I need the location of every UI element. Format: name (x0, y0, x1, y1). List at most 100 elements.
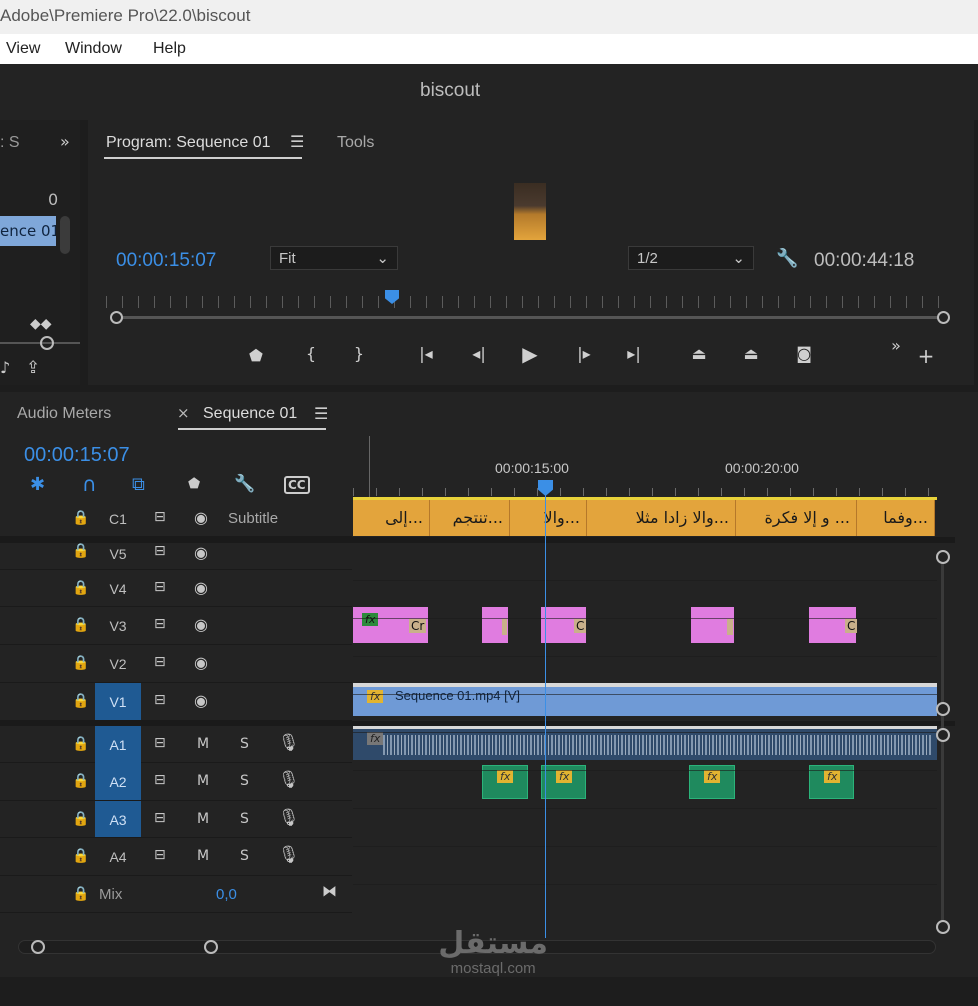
caption-clip[interactable]: و إلا فكرة ... (736, 500, 857, 536)
scroll-handle-right[interactable] (937, 311, 950, 324)
eye-icon[interactable]: ◉ (194, 653, 208, 672)
button-editor-icon[interactable]: + (914, 344, 938, 368)
track-label-v2[interactable]: V2 (95, 656, 141, 672)
lock-icon[interactable]: 🔒 (72, 886, 89, 902)
play-icon[interactable]: ▶ (518, 342, 542, 366)
caption-clip[interactable]: والا... (510, 500, 587, 536)
scroll-handle-mid[interactable] (936, 702, 950, 716)
playhead-line[interactable] (545, 488, 546, 938)
panel-menu-icon[interactable]: ☰ (290, 132, 304, 151)
camera-icon[interactable]: ◙ (792, 344, 816, 363)
step-back-icon[interactable]: ◂| (467, 344, 491, 363)
scroll-handle-a1[interactable] (936, 728, 950, 742)
wrench-icon[interactable]: 🔧 (234, 474, 255, 494)
eye-icon[interactable]: ◉ (194, 578, 208, 597)
lock-icon[interactable]: 🔒 (72, 773, 89, 789)
project-tab[interactable]: : S (0, 134, 20, 152)
lift-icon[interactable]: ⏏ (687, 344, 711, 363)
monitor-ruler[interactable] (106, 296, 944, 308)
nest-icon[interactable]: ✱ (30, 474, 45, 495)
timeline-timecode[interactable]: 00:00:15:07 (24, 444, 130, 467)
snap-icon[interactable]: ∩ (82, 472, 97, 496)
solo-button[interactable]: S (240, 848, 249, 864)
sync-lock-icon[interactable]: ⊟ (154, 772, 166, 788)
microphone-icon[interactable]: 🎙 (278, 733, 300, 753)
lock-icon[interactable]: 🔒 (72, 580, 89, 596)
solo-button[interactable]: S (240, 811, 249, 827)
scroll-handle-left[interactable] (110, 311, 123, 324)
track-label-a3[interactable]: A3 (95, 801, 141, 837)
sync-lock-icon[interactable]: ⊟ (154, 509, 166, 525)
resolution-dropdown[interactable]: 1/2 ⌄ (628, 246, 754, 270)
caption-clip[interactable]: تنتجم... (430, 500, 510, 536)
lock-icon[interactable]: 🔒 (72, 510, 89, 526)
audio-clip[interactable]: fx (541, 765, 586, 799)
close-icon[interactable]: × (177, 404, 190, 422)
graphic-clip[interactable] (482, 607, 508, 643)
mix-volume[interactable]: 0,0 (216, 886, 237, 903)
tab-program[interactable]: Program: Sequence 01 (106, 134, 271, 152)
lock-icon[interactable]: 🔒 (72, 617, 89, 633)
eye-icon[interactable]: ◉ (194, 508, 208, 527)
audio-clip[interactable]: fx (809, 765, 854, 799)
zoom-slider-handle[interactable] (40, 336, 54, 350)
lock-icon[interactable]: 🔒 (72, 811, 89, 827)
lock-icon[interactable]: 🔒 (72, 543, 89, 559)
add-marker-icon[interactable]: ⬟ (188, 476, 200, 492)
panel-menu-icon[interactable]: ☰ (314, 404, 328, 423)
sync-lock-icon[interactable]: ⊟ (154, 810, 166, 826)
solo-button[interactable]: S (240, 736, 249, 752)
microphone-icon[interactable]: 🎙 (278, 808, 300, 828)
track-label-v3[interactable]: V3 (95, 618, 141, 634)
mute-button[interactable]: M (197, 736, 209, 752)
h-scroll-handle-right[interactable] (204, 940, 218, 954)
zoom-fit-dropdown[interactable]: Fit ⌄ (270, 246, 398, 270)
sync-lock-icon[interactable]: ⊟ (154, 654, 166, 670)
microphone-icon[interactable]: 🎙 (278, 770, 300, 790)
audio-clip[interactable]: fx (482, 765, 528, 799)
sync-lock-icon[interactable]: ⊟ (154, 735, 166, 751)
menu-window[interactable]: Window (65, 40, 122, 58)
mix-pan-icon[interactable]: ⧓ (322, 882, 337, 900)
freeform-view-icon[interactable]: ◆◆ (30, 316, 52, 332)
extract-icon[interactable]: ⏏ (739, 344, 763, 363)
playhead-timecode[interactable]: 00:00:15:07 (116, 250, 216, 272)
eye-icon[interactable]: ◉ (194, 691, 208, 710)
add-marker-icon[interactable]: ⬟ (244, 346, 268, 365)
track-label-v1[interactable]: V1 (95, 683, 141, 720)
lock-icon[interactable]: 🔒 (72, 693, 89, 709)
track-label-a1[interactable]: A1 (95, 726, 141, 763)
microphone-icon[interactable]: 🎙 (278, 845, 300, 865)
graphic-clip[interactable] (691, 607, 734, 643)
linked-selection-icon[interactable]: ⧉ (132, 474, 145, 495)
solo-button[interactable]: S (240, 773, 249, 789)
tab-sequence[interactable]: Sequence 01 (203, 405, 297, 423)
wrench-icon[interactable]: 🔧 (776, 248, 798, 269)
caption-clip[interactable]: وفما... (857, 500, 935, 536)
menu-view[interactable]: View (6, 40, 40, 58)
step-forward-icon[interactable]: |▸ (572, 344, 596, 363)
export-icon[interactable]: ⇪ (26, 358, 40, 378)
graphic-clip[interactable]: C (809, 607, 858, 643)
audio-clip[interactable]: fx (353, 726, 937, 760)
caption-clip[interactable]: إلى... (353, 500, 430, 536)
sync-lock-icon[interactable]: ⊟ (154, 692, 166, 708)
music-icon[interactable]: ♪ (0, 358, 10, 377)
graphic-clip[interactable]: C (541, 607, 587, 643)
overflow-icon[interactable]: » (884, 336, 908, 355)
mark-in-icon[interactable]: { (299, 344, 323, 363)
lock-icon[interactable]: 🔒 (72, 655, 89, 671)
track-label-c1[interactable]: C1 (95, 511, 141, 527)
sync-lock-icon[interactable]: ⊟ (154, 616, 166, 632)
panel-overflow-icon[interactable]: » (60, 132, 70, 151)
eye-icon[interactable]: ◉ (194, 543, 208, 562)
mute-button[interactable]: M (197, 848, 209, 864)
mark-out-icon[interactable]: } (347, 344, 371, 363)
mute-button[interactable]: M (197, 773, 209, 789)
video-clip[interactable]: fx Sequence 01.mp4 [V] (353, 683, 937, 716)
track-label-v4[interactable]: V4 (95, 581, 141, 597)
monitor-scrollbar[interactable] (116, 316, 944, 319)
lock-icon[interactable]: 🔒 (72, 736, 89, 752)
panel-scrollbar[interactable] (60, 216, 70, 254)
sync-lock-icon[interactable]: ⊟ (154, 543, 166, 559)
